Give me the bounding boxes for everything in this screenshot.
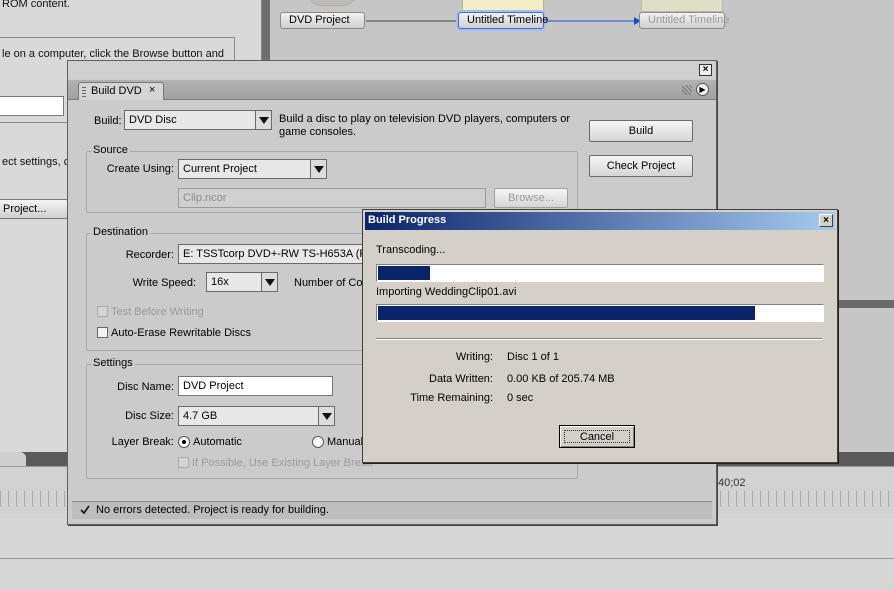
data-written-value: 0.00 KB of 205.74 MB: [507, 373, 615, 385]
dialog-title-bar: Build Progress ×: [365, 212, 835, 230]
checkmark-icon: [80, 505, 90, 515]
stage-progress-fill: [378, 266, 430, 280]
auto-erase-checkbox[interactable]: [97, 327, 108, 338]
create-using-dropdown[interactable]: Current Project: [178, 159, 327, 179]
cancel-button[interactable]: Cancel: [559, 425, 635, 448]
flow-node-untitled-timeline-dim[interactable]: Untitled Timeline: [639, 12, 729, 29]
build-type-dropdown[interactable]: DVD Disc: [124, 110, 272, 130]
settings-group-title: Settings: [91, 357, 135, 369]
number-of-copies-label: Number of Cop: [294, 277, 369, 289]
build-type-value: DVD Disc: [129, 114, 177, 126]
track-divider: [0, 558, 894, 559]
check-project-button[interactable]: Check Project: [589, 155, 693, 177]
build-button[interactable]: Build: [589, 120, 693, 142]
disc-name-field[interactable]: DVD Project: [178, 376, 333, 396]
source-group-title: Source: [91, 144, 130, 156]
panel-menu-icon[interactable]: ▶: [696, 83, 709, 96]
write-speed-dropdown[interactable]: 16x: [206, 272, 278, 292]
disc-name-label: Disc Name:: [117, 381, 174, 393]
chevron-down-icon: [261, 273, 277, 291]
disc-size-value: 4.7 GB: [183, 410, 218, 422]
stage-label: Transcoding...: [376, 244, 446, 256]
build-description: Build a disc to play on television DVD p…: [279, 113, 571, 138]
test-before-writing-checkbox[interactable]: [97, 306, 108, 317]
background-project-button[interactable]: Project...: [0, 199, 68, 219]
recorder-dropdown[interactable]: E: TSSTcorp DVD+-RW TS-H653A (Fir: [178, 244, 368, 264]
close-icon[interactable]: ×: [819, 214, 833, 227]
source-file-field[interactable]: Clip.ncor: [178, 188, 486, 208]
chevron-down-icon: [310, 160, 326, 178]
destination-group-title: Destination: [91, 226, 151, 238]
panel-close-icon[interactable]: ×: [699, 64, 712, 76]
auto-erase-label: Auto-Erase Rewritable Discs: [111, 327, 251, 339]
existing-layer-break-label: If Possible, Use Existing Layer Break: [192, 457, 373, 469]
build-label: Build:: [94, 115, 122, 127]
dvd-thumbnail: [307, 0, 357, 6]
stage-progress-bar: [376, 264, 824, 282]
timeline-tab[interactable]: [0, 452, 26, 466]
status-bar: No errors detected. Project is ready for…: [72, 501, 712, 519]
writing-label: Writing:: [455, 351, 493, 363]
create-using-label: Create Using:: [106, 163, 174, 175]
item-progress-fill: [378, 306, 756, 320]
manual-label: Manual: [327, 436, 364, 448]
tab-label: Build DVD: [91, 85, 142, 97]
dialog-title: Build Progress: [368, 214, 447, 226]
manual-radio[interactable]: [312, 436, 324, 448]
panel-top-bar: ×: [68, 61, 716, 79]
chevron-down-icon: [318, 407, 334, 425]
automatic-label: Automatic: [193, 436, 242, 448]
data-written-label: Data Written:: [429, 373, 493, 385]
background-text: ect settings, c: [2, 156, 70, 168]
timecode-label: 40;02: [718, 477, 746, 489]
writing-value: Disc 1 of 1: [507, 351, 559, 363]
timeline-thumbnail: [462, 0, 544, 12]
background-text: le on a computer, click the Browse butto…: [2, 48, 224, 60]
flow-node-dvd-project[interactable]: DVD Project: [280, 12, 365, 29]
test-before-writing-label: Test Before Writing: [111, 306, 204, 318]
item-label: Importing WeddingClip01.avi: [376, 286, 517, 298]
background-input[interactable]: [0, 96, 64, 116]
existing-layer-break-checkbox[interactable]: [178, 457, 189, 468]
write-speed-label: Write Speed:: [132, 277, 196, 289]
disc-size-label: Disc Size:: [125, 410, 174, 422]
recorder-label: Recorder:: [125, 249, 174, 261]
create-using-value: Current Project: [183, 163, 257, 175]
timeline-thumbnail-dim: [641, 0, 723, 12]
disc-size-dropdown[interactable]: 4.7 GB: [178, 406, 335, 426]
background-text: ROM content.: [2, 0, 70, 10]
layer-break-label: Layer Break:: [111, 436, 174, 448]
build-progress-dialog: Build Progress × Transcoding... Importin…: [362, 209, 838, 463]
item-progress-bar: [376, 304, 824, 322]
time-remaining-value: 0 sec: [507, 392, 534, 404]
resize-grip-icon: [682, 85, 692, 95]
status-message: No errors detected. Project is ready for…: [96, 504, 329, 516]
grip-icon: [82, 87, 86, 97]
browse-button[interactable]: Browse...: [494, 188, 568, 208]
timeline-tracks: [0, 514, 894, 590]
write-speed-value: 16x: [211, 276, 229, 288]
dialog-separator: [376, 338, 822, 340]
tab-close-icon[interactable]: ×: [149, 84, 155, 96]
time-remaining-label: Time Remaining:: [410, 392, 493, 404]
panel-tab-strip: Build DVD × ▶: [68, 80, 716, 100]
flow-node-untitled-timeline[interactable]: Untitled Timeline: [458, 12, 548, 29]
automatic-radio[interactable]: [178, 436, 190, 448]
chevron-down-icon: [255, 111, 271, 129]
tab-build-dvd[interactable]: Build DVD ×: [78, 82, 164, 100]
